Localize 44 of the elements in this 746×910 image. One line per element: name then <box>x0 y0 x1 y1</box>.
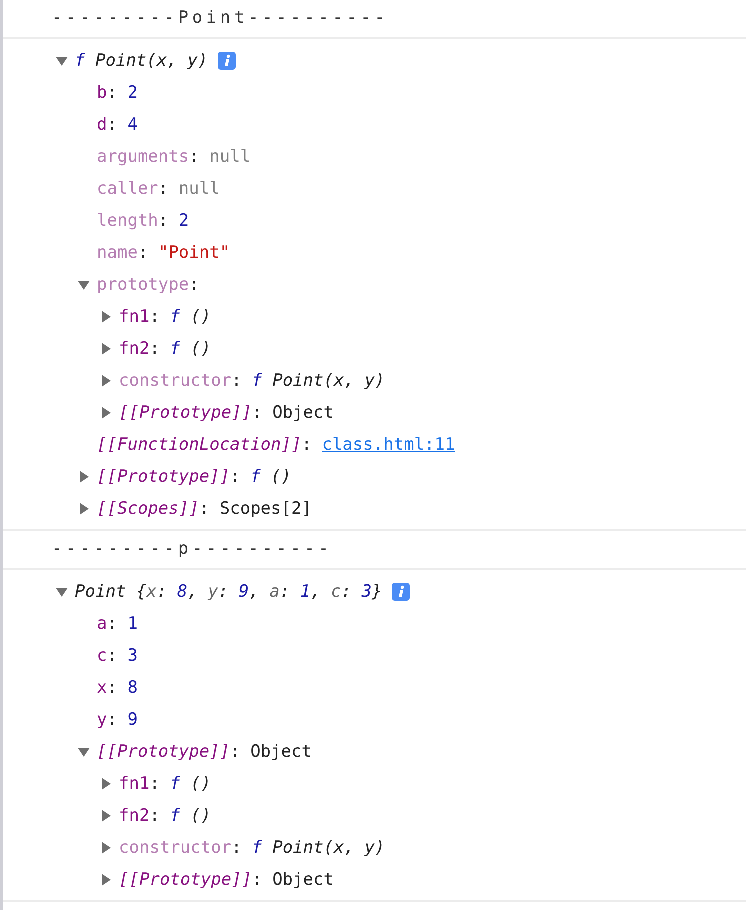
collapsed-triangle-icon[interactable] <box>77 470 91 484</box>
object-summary[interactable]: Point {x: 8, y: 9, a: 1, c: 3} <box>75 582 382 602</box>
property-entry[interactable]: constructor: f Point(x, y) <box>119 838 386 858</box>
property-entry[interactable]: fn2: f () <box>119 339 212 359</box>
log-message: ---------Point---------- <box>52 7 389 30</box>
expanded-triangle-icon[interactable] <box>55 54 69 68</box>
collapsed-triangle-icon[interactable] <box>99 374 113 388</box>
property-entry[interactable]: prototype: <box>97 275 200 295</box>
property-entry[interactable]: [[Prototype]]: f () <box>97 467 292 487</box>
property-entry: arguments: null <box>97 147 251 167</box>
property-entry: length: 2 <box>97 211 190 231</box>
property-entry[interactable]: fn2: f () <box>119 806 212 826</box>
property-entry: c: 3 <box>97 646 138 666</box>
property-entry[interactable]: [[Prototype]]: Object <box>119 403 334 423</box>
info-icon[interactable] <box>392 583 410 601</box>
property-entry: name: "Point" <box>97 243 230 263</box>
collapsed-triangle-icon[interactable] <box>99 873 113 887</box>
info-icon[interactable] <box>218 52 236 70</box>
property-entry[interactable]: fn1: f () <box>119 774 212 794</box>
property-entry: y: 9 <box>97 710 138 730</box>
expanded-triangle-icon[interactable] <box>77 278 91 292</box>
collapsed-triangle-icon[interactable] <box>77 502 91 516</box>
property-entry[interactable]: [[Prototype]]: Object <box>97 742 312 762</box>
collapsed-triangle-icon[interactable] <box>99 342 113 356</box>
collapsed-triangle-icon[interactable] <box>99 310 113 324</box>
log-message: ---------p---------- <box>52 538 333 561</box>
property-entry[interactable]: [[Scopes]]: Scopes[2] <box>97 499 312 519</box>
expanded-triangle-icon[interactable] <box>77 745 91 759</box>
property-entry[interactable]: fn1: f () <box>119 307 212 327</box>
collapsed-triangle-icon[interactable] <box>99 841 113 855</box>
collapsed-triangle-icon[interactable] <box>99 777 113 791</box>
property-entry: caller: null <box>97 179 220 199</box>
collapsed-triangle-icon[interactable] <box>99 406 113 420</box>
property-entry: b: 2 <box>97 83 138 103</box>
property-entry: x: 8 <box>97 678 138 698</box>
object-summary[interactable]: f Point(x, y) <box>75 51 208 71</box>
source-link[interactable]: class.html:11 <box>322 435 456 455</box>
property-entry[interactable]: constructor: f Point(x, y) <box>119 371 386 391</box>
property-entry: d: 4 <box>97 115 138 135</box>
property-entry: a: 1 <box>97 614 138 634</box>
expanded-triangle-icon[interactable] <box>55 585 69 599</box>
property-entry[interactable]: [[Prototype]]: Object <box>119 870 334 890</box>
collapsed-triangle-icon[interactable] <box>99 809 113 823</box>
property-entry: [[FunctionLocation]]: <box>97 435 313 455</box>
